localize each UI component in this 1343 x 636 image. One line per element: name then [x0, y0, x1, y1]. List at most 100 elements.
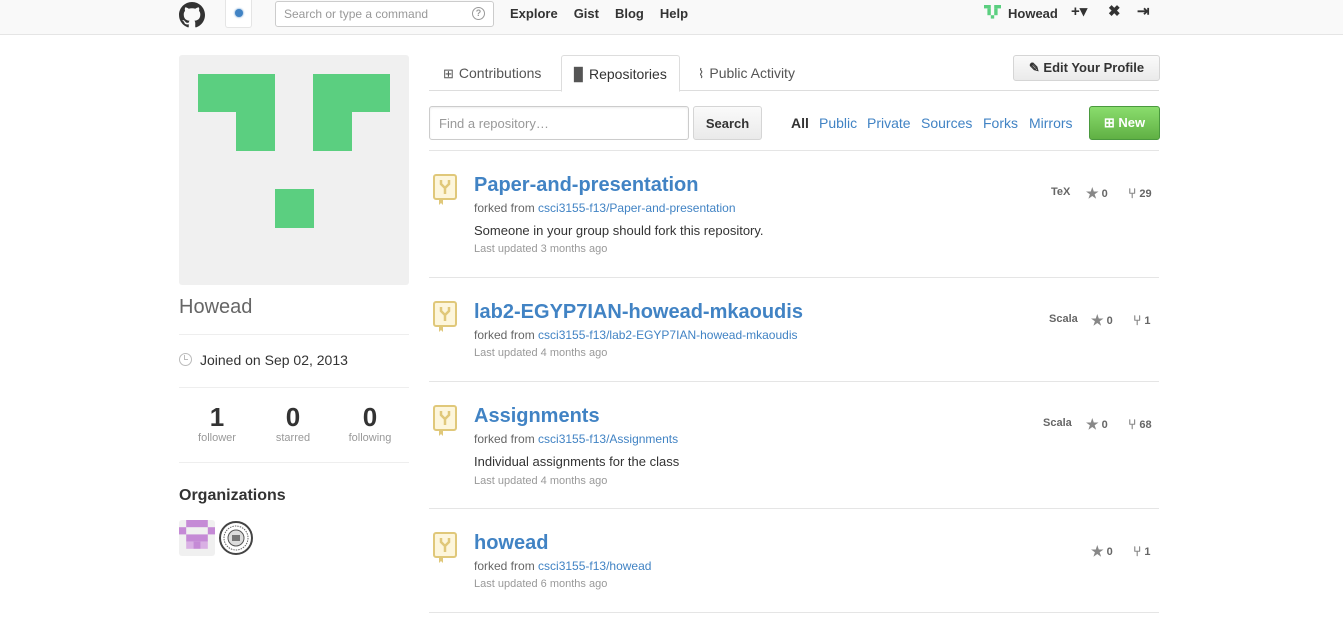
- nav-blog[interactable]: Blog: [615, 6, 644, 21]
- forked-from-link[interactable]: csci3155-f13/lab2-EGYP7IAN-howead-mkaoud…: [538, 328, 797, 342]
- repo-name-link[interactable]: Paper-and-presentation: [474, 174, 698, 197]
- find-repository-input[interactable]: [429, 106, 689, 140]
- top-header: ? Explore Gist Blog Help Howead +▾ ✖ ⇥: [0, 0, 1343, 35]
- joined-date: Joined on Sep 02, 2013: [179, 352, 348, 368]
- profile-avatar: [179, 55, 409, 285]
- repo-stars[interactable]: ★ 0: [1091, 543, 1113, 560]
- forked-from-link[interactable]: csci3155-f13/Paper-and-presentation: [538, 201, 735, 215]
- filter-all[interactable]: All: [791, 115, 809, 131]
- repo-language: Scala: [1049, 313, 1078, 325]
- forked-prefix: forked from: [474, 201, 539, 215]
- org-identicon-icon: [179, 520, 215, 549]
- university-seal-icon: [219, 521, 253, 555]
- repo-updated: Last updated 4 months ago: [474, 347, 608, 359]
- divider: [429, 612, 1159, 613]
- stat-following[interactable]: 0 following: [332, 402, 408, 444]
- repo-item: howead forked from csci3155-f13/howead L…: [429, 532, 1159, 612]
- repo-stars[interactable]: ★ 0: [1086, 185, 1108, 202]
- forked-from: forked from csci3155-f13/Paper-and-prese…: [474, 201, 736, 215]
- divider: [429, 277, 1159, 278]
- search-button[interactable]: Search: [693, 106, 762, 140]
- repo-forks[interactable]: ⑂ 68: [1128, 416, 1152, 432]
- repo-stars-count: 0: [1106, 546, 1113, 558]
- fork-icon: ⑂: [1128, 416, 1137, 432]
- fork-icon: ⑂: [1133, 312, 1142, 328]
- repo-name-link[interactable]: lab2-EGYP7IAN-howead-mkaoudis: [474, 301, 803, 324]
- repo-name-link[interactable]: howead: [474, 532, 548, 555]
- settings-tools-icon[interactable]: ✖: [1108, 4, 1121, 20]
- edit-profile-label: Edit Your Profile: [1043, 60, 1145, 75]
- notifications-indicator[interactable]: [225, 0, 252, 28]
- forked-from-link[interactable]: csci3155-f13/howead: [538, 559, 651, 573]
- repo-language: Scala: [1043, 417, 1072, 429]
- forked-repo-icon: [433, 532, 457, 563]
- repo-description: Someone in your group should fork this r…: [474, 223, 764, 238]
- stat-followers[interactable]: 1 follower: [179, 402, 255, 444]
- star-icon: ★: [1086, 185, 1099, 201]
- nav-help[interactable]: Help: [660, 6, 688, 21]
- command-search: ?: [275, 1, 494, 27]
- repo-item: lab2-EGYP7IAN-howead-mkaoudis forked fro…: [429, 301, 1159, 381]
- sign-out-icon[interactable]: ⇥: [1137, 4, 1150, 20]
- filter-sources[interactable]: Sources: [921, 115, 972, 131]
- fork-icon: ⑂: [1128, 185, 1137, 201]
- header-username[interactable]: Howead: [1008, 6, 1058, 21]
- organizations-heading: Organizations: [179, 487, 286, 504]
- repo-stars[interactable]: ★ 0: [1091, 312, 1113, 329]
- forked-repo-icon: [433, 174, 457, 205]
- stat-following-label: following: [348, 432, 392, 444]
- stat-starred[interactable]: 0 starred: [255, 402, 331, 444]
- repo-forks-count: 1: [1144, 315, 1151, 327]
- new-repository-button[interactable]: ⊞ New: [1089, 106, 1160, 140]
- nav-gist[interactable]: Gist: [574, 6, 599, 21]
- stat-followers-label: follower: [198, 432, 236, 444]
- nav-explore[interactable]: Explore: [510, 6, 558, 21]
- filter-forks[interactable]: Forks: [983, 115, 1018, 131]
- tab-repositories-label: Repositories: [589, 66, 667, 82]
- filter-private[interactable]: Private: [867, 115, 911, 131]
- forked-from: forked from csci3155-f13/Assignments: [474, 432, 678, 446]
- repo-updated: Last updated 4 months ago: [474, 475, 608, 487]
- filter-mirrors[interactable]: Mirrors: [1029, 115, 1073, 131]
- org-avatar-seal[interactable]: [218, 520, 254, 556]
- tab-repositories[interactable]: ▉ Repositories: [561, 55, 680, 92]
- stat-starred-count: 0: [285, 402, 301, 432]
- repo-description: Individual assignments for the class: [474, 454, 680, 469]
- stat-starred-label: starred: [275, 432, 311, 444]
- tab-public-activity[interactable]: ⌇ Public Activity: [686, 55, 807, 92]
- joined-text: Joined on Sep 02, 2013: [200, 352, 348, 368]
- rss-icon: ⌇: [698, 66, 705, 81]
- edit-profile-button[interactable]: ✎ Edit Your Profile: [1013, 55, 1160, 81]
- profile-username: Howead: [179, 296, 253, 318]
- create-new-icon[interactable]: +▾: [1071, 4, 1087, 20]
- filter-public[interactable]: Public: [819, 115, 857, 131]
- command-search-input[interactable]: [276, 2, 466, 26]
- tab-public-activity-label: Public Activity: [709, 65, 795, 81]
- repo-forks-count: 68: [1139, 419, 1152, 431]
- user-avatar[interactable]: [984, 5, 1001, 22]
- forked-from: forked from csci3155-f13/howead: [474, 559, 651, 573]
- repo-forks[interactable]: ⑂ 29: [1128, 185, 1152, 201]
- repo-forks-count: 1: [1144, 546, 1151, 558]
- repo-stars[interactable]: ★ 0: [1086, 416, 1108, 433]
- divider: [179, 462, 409, 463]
- star-icon: ★: [1091, 543, 1104, 559]
- clock-icon: [179, 353, 192, 366]
- forked-repo-icon: [433, 301, 457, 332]
- forked-from-link[interactable]: csci3155-f13/Assignments: [538, 432, 678, 446]
- repo-forks[interactable]: ⑂ 1: [1133, 312, 1151, 328]
- notification-dot-icon: [235, 9, 243, 17]
- tab-contributions[interactable]: ⊞ Contributions: [431, 55, 553, 92]
- repo-updated: Last updated 6 months ago: [474, 578, 608, 590]
- fork-icon: ⑂: [1133, 543, 1142, 559]
- divider: [429, 508, 1159, 509]
- repo-item: Assignments forked from csci3155-f13/Ass…: [429, 405, 1159, 507]
- top-nav: Explore Gist Blog Help: [510, 6, 704, 21]
- github-logo-icon[interactable]: [179, 2, 205, 28]
- repo-forks[interactable]: ⑂ 1: [1133, 543, 1151, 559]
- help-icon[interactable]: ?: [472, 7, 485, 20]
- repo-name-link[interactable]: Assignments: [474, 405, 600, 428]
- forked-prefix: forked from: [474, 432, 539, 446]
- repo-stars-count: 0: [1106, 315, 1113, 327]
- org-avatar-identicon[interactable]: [179, 520, 215, 556]
